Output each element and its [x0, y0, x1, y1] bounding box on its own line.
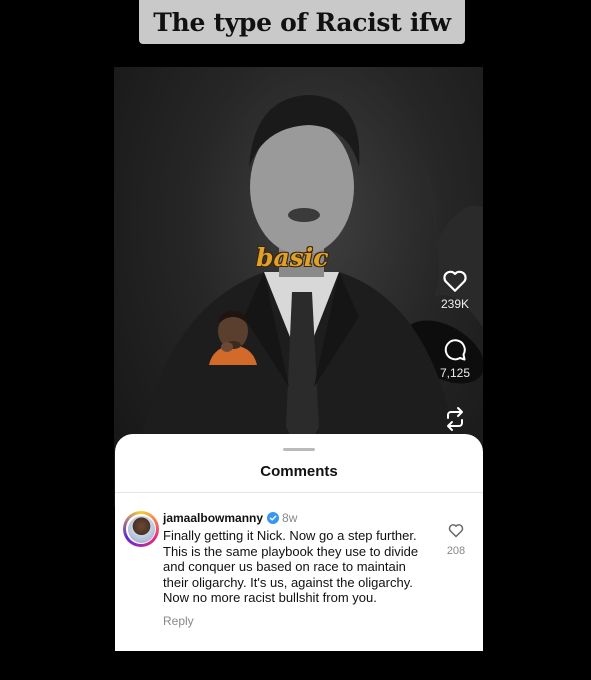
avatar-image [127, 515, 155, 543]
repost-icon[interactable] [443, 406, 467, 432]
comment-meta: jamaalbowmanny 8w [163, 510, 433, 526]
repost-action[interactable] [427, 406, 483, 432]
comment-text: Finally getting it Nick. Now go a step f… [163, 528, 419, 605]
caption-title: The type of Racist ifw [153, 7, 451, 37]
comments-title: Comments [260, 463, 338, 480]
verified-badge-icon [267, 512, 280, 524]
caption-banner: The type of Racist ifw [139, 0, 465, 44]
comment-like[interactable]: 208 [445, 523, 467, 557]
reply-button[interactable]: Reply [163, 614, 433, 628]
comment-like-count: 208 [446, 545, 466, 557]
like-action[interactable]: 239K [427, 269, 483, 311]
comments-sheet: Comments jamaalbowmanny 8w Finally getti… [115, 434, 483, 651]
comment-heart-icon[interactable] [448, 523, 464, 538]
video-overlay-text: basic [256, 243, 329, 272]
face-sticker-image [209, 311, 257, 365]
divider [115, 492, 483, 493]
comment-action[interactable]: 7,125 [427, 338, 483, 380]
comment-icon[interactable] [443, 338, 467, 362]
comment-count: 7,125 [439, 366, 471, 380]
avatar[interactable] [123, 511, 159, 547]
comment-time: 8w [282, 511, 298, 525]
sheet-drag-handle[interactable] [283, 448, 315, 451]
like-count: 239K [440, 297, 470, 311]
heart-icon[interactable] [442, 269, 468, 293]
comment-item: jamaalbowmanny 8w Finally getting it Nic… [163, 510, 433, 628]
comment-username[interactable]: jamaalbowmanny [163, 510, 263, 526]
